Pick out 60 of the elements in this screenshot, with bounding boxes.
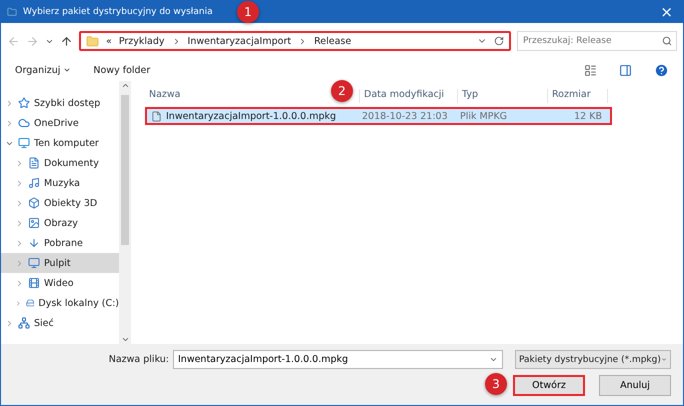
- filename-field[interactable]: InwentaryzacjaImport-1.0.0.0.mpkg: [173, 350, 503, 369]
- new-folder-button[interactable]: Nowy folder: [93, 64, 150, 76]
- collapsed-chevron-icon[interactable]: [15, 258, 24, 268]
- help-icon[interactable]: [654, 62, 669, 78]
- collapsed-chevron-icon[interactable]: [5, 98, 14, 108]
- sidebar-item[interactable]: Muzyka: [1, 173, 119, 193]
- window-title: Wybierz pakiet dystrybucyjny do wysłania: [23, 7, 213, 17]
- file-icon: [151, 110, 162, 122]
- collapsed-chevron-icon[interactable]: [15, 278, 24, 288]
- callout-badge: 2: [331, 80, 353, 102]
- sidebar-item[interactable]: Dysk lokalny (C:): [1, 293, 119, 313]
- sidebar-item[interactable]: Dokumenty: [1, 153, 119, 173]
- sidebar-item[interactable]: OneDrive: [1, 113, 119, 133]
- collapsed-chevron-icon[interactable]: [15, 218, 24, 228]
- collapsed-chevron-icon[interactable]: [15, 158, 24, 168]
- caret-icon: [63, 66, 72, 74]
- close-button[interactable]: ×: [656, 4, 677, 20]
- dropdown-icon[interactable]: [489, 355, 498, 364]
- filename-label: Nazwa pliku:: [108, 354, 169, 365]
- collapsed-chevron-icon[interactable]: [5, 318, 14, 328]
- breadcrumb-overflow[interactable]: «: [106, 36, 112, 46]
- column-header[interactable]: Typ: [458, 89, 548, 103]
- scrollbar[interactable]: [119, 81, 131, 344]
- sidebar-item[interactable]: Pulpit: [1, 253, 119, 273]
- table-cell-text: Plik MPKG: [459, 110, 508, 122]
- sidebar-item[interactable]: Wideo: [1, 273, 119, 293]
- scroll-down-icon[interactable]: [120, 335, 130, 344]
- collapsed-chevron-icon[interactable]: [15, 238, 24, 248]
- scroll-up-icon[interactable]: [120, 81, 130, 90]
- open-button[interactable]: Otwórz: [513, 375, 585, 396]
- collapsed-chevron-icon[interactable]: [5, 118, 14, 128]
- collapsed-chevron-icon[interactable]: [15, 178, 24, 188]
- view-options-icon[interactable]: [584, 64, 597, 76]
- sidebar-item[interactable]: Obrazy: [1, 213, 119, 233]
- breadcrumb[interactable]: Przyklady: [118, 36, 165, 46]
- file-name: InwentaryzacjaImport-1.0.0.0.mpkg: [166, 110, 336, 122]
- column-header[interactable]: Rozmiar: [548, 89, 608, 103]
- sidebar-item[interactable]: Obiekty 3D: [1, 193, 119, 213]
- collapsed-chevron-icon[interactable]: [15, 298, 22, 308]
- preview-pane-icon[interactable]: [619, 64, 632, 76]
- table-cell-text: 12 KB: [573, 110, 603, 122]
- refresh-icon[interactable]: [494, 36, 504, 46]
- collapsed-chevron-icon[interactable]: [15, 198, 24, 208]
- file-type-dropdown[interactable]: Pakiety dystrybucyjne (*.mpkg): [515, 350, 671, 369]
- sidebar-item[interactable]: Ten komputer: [1, 133, 119, 153]
- search-icon: [662, 36, 672, 46]
- up-button[interactable]: [60, 34, 73, 48]
- column-header[interactable]: Data modyfikacji: [360, 89, 458, 103]
- file-row[interactable]: InwentaryzacjaImport-1.0.0.0.mpkg 2018-10-23 21:03 Plik MPKG 12 KB: [145, 107, 612, 125]
- sidebar-item[interactable]: Pobrane: [1, 233, 119, 253]
- cancel-button[interactable]: Anuluj: [599, 375, 671, 396]
- organize-button[interactable]: Organizuj: [15, 64, 72, 76]
- search-field[interactable]: Przeszukaj: Release: [517, 31, 677, 51]
- sidebar-item[interactable]: Sieć: [1, 313, 119, 333]
- sidebar-item[interactable]: Szybki dostęp: [1, 93, 119, 113]
- address-bar[interactable]: « Przyklady InwentaryzacjaImport Release: [79, 31, 511, 51]
- app-icon: [7, 7, 17, 17]
- breadcrumb[interactable]: Release: [314, 36, 352, 46]
- breadcrumb[interactable]: InwentaryzacjaImport: [188, 36, 292, 46]
- table-cell-text: 2018-10-23 21:03: [361, 110, 449, 122]
